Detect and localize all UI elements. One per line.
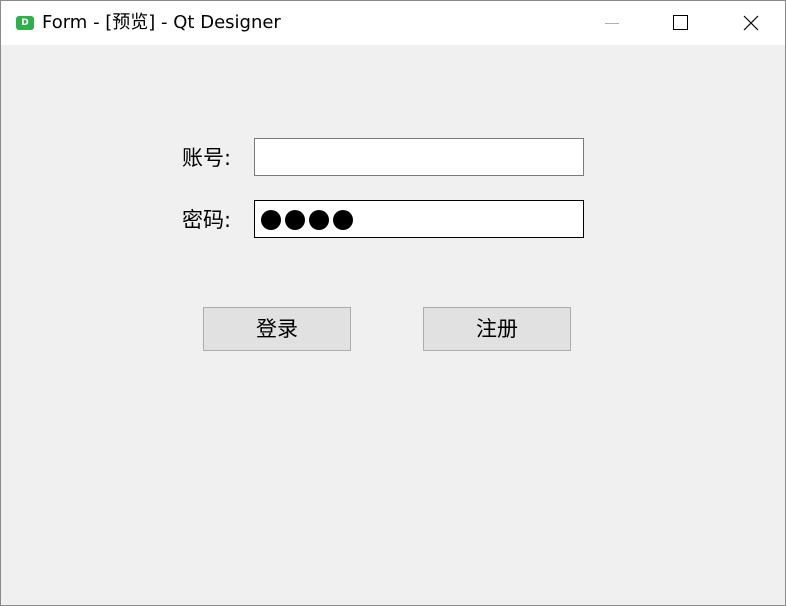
- password-dot: [309, 210, 329, 230]
- maximize-button[interactable]: [645, 1, 715, 45]
- password-dot: [261, 210, 281, 230]
- password-label: 密码:: [182, 208, 232, 232]
- password-dot: [333, 210, 353, 230]
- qt-designer-app-icon: D: [16, 16, 34, 30]
- title-bar[interactable]: D Form - [预览] - Qt Designer: [1, 1, 785, 45]
- maximize-icon: [673, 15, 688, 30]
- close-button[interactable]: [715, 1, 785, 45]
- account-input[interactable]: [254, 138, 584, 176]
- close-icon: [743, 15, 759, 31]
- password-mask: [261, 210, 353, 230]
- window-title: Form - [预览] - Qt Designer: [42, 12, 281, 33]
- app-window: D Form - [预览] - Qt Designer 账号: 密码: 登录 注…: [0, 0, 786, 606]
- login-button[interactable]: 登录: [203, 307, 351, 351]
- minimize-button[interactable]: [575, 1, 645, 45]
- register-button[interactable]: 注册: [423, 307, 571, 351]
- password-dot: [285, 210, 305, 230]
- account-label: 账号:: [182, 146, 232, 170]
- password-input[interactable]: [254, 200, 584, 238]
- minimize-icon: [605, 23, 619, 24]
